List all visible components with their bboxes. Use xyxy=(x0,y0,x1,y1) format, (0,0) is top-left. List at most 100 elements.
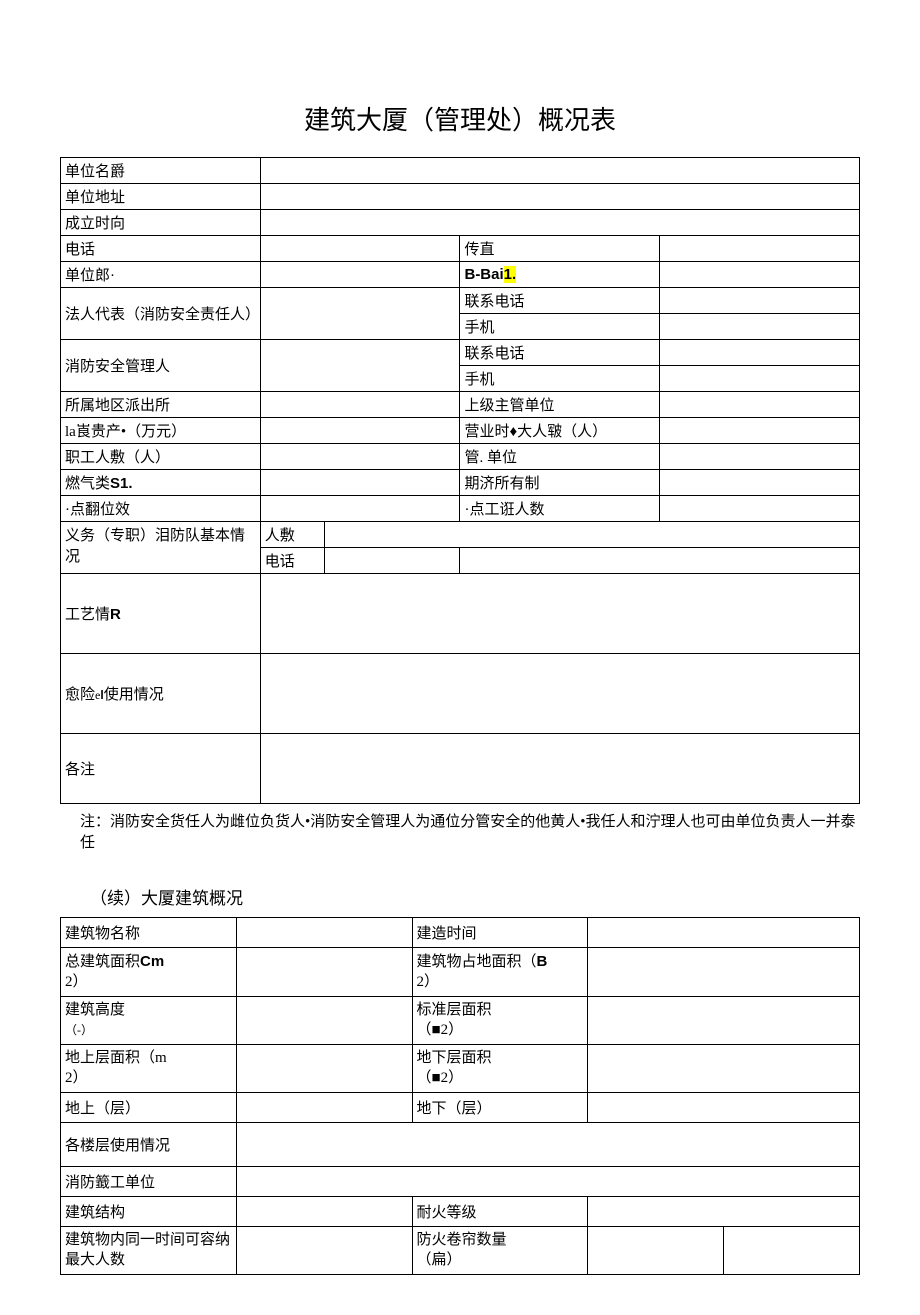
label-establish-time: 成立时向 xyxy=(61,210,261,236)
table-row: 建筑结构 耐火等级 xyxy=(61,1197,860,1227)
label-building-height: 建筑高度（-） xyxy=(61,997,237,1045)
value-cell xyxy=(260,340,460,392)
value-cell xyxy=(236,997,412,1045)
table-row: 成立时向 xyxy=(61,210,860,236)
label-above-area: 地上层面积（m2） xyxy=(61,1045,237,1093)
value-cell xyxy=(660,444,860,470)
value-cell xyxy=(660,470,860,496)
label-fire-shutter: 防火卷帘数量（扁） xyxy=(412,1227,588,1275)
value-cell xyxy=(236,1197,412,1227)
note-text: 注：消防安全货任人为雌位负货人•消防安全管理人为通位分管安全的他黄人•我任人和泞… xyxy=(60,812,860,854)
label-assets: la崀贵产•（万元） xyxy=(61,418,261,444)
value-cell xyxy=(260,496,460,522)
table-row: 单位地址 xyxy=(61,184,860,210)
label-contact-phone: 联系电话 xyxy=(460,340,660,366)
value-cell xyxy=(588,1227,724,1275)
label-unit-address: 单位地址 xyxy=(61,184,261,210)
value-cell xyxy=(260,418,460,444)
table-row: 地上（层） 地下（层） xyxy=(61,1093,860,1123)
label-fire-rating: 耐火等级 xyxy=(412,1197,588,1227)
table-row: 总建筑面积Cm2） 建筑物占地面积（B2） xyxy=(61,948,860,997)
label-unit-name: 单位名爵 xyxy=(61,158,261,184)
table-row: 义务（专职）泪防队基本情况 人敷 xyxy=(61,522,860,548)
table-row: 消防籖工单位 xyxy=(61,1167,860,1197)
value-cell xyxy=(236,1167,859,1197)
label-business-hours: 营业时♦大人皲（人） xyxy=(460,418,660,444)
label-build-time: 建造时间 xyxy=(412,918,588,948)
label-employee-count: 职工人敷（人） xyxy=(61,444,261,470)
value-cell xyxy=(588,918,860,948)
label-ownership: 期济所有制 xyxy=(460,470,660,496)
value-cell xyxy=(724,1227,860,1275)
label-fire-construction: 消防籖工单位 xyxy=(61,1167,237,1197)
value-cell xyxy=(260,262,460,288)
table-row: 愈险el使用情况 xyxy=(61,654,860,734)
label-email: B-Bai1. xyxy=(460,262,660,288)
table-row: 所属地区派出所 上级主管单位 xyxy=(61,392,860,418)
value-cell xyxy=(260,392,460,418)
table-row: 单位郎· B-Bai1. xyxy=(61,262,860,288)
value-cell xyxy=(236,918,412,948)
table-row: 电话 传直 xyxy=(61,236,860,262)
label-mobile: 手机 xyxy=(460,314,660,340)
value-cell xyxy=(588,1045,860,1093)
value-cell xyxy=(260,574,859,654)
label-floor-usage: 各楼层使用情况 xyxy=(61,1123,237,1167)
value-cell xyxy=(260,184,859,210)
value-cell xyxy=(588,1197,860,1227)
label-fax: 传直 xyxy=(460,236,660,262)
value-cell xyxy=(660,392,860,418)
table-row: 地上层面积（m2） 地下层面积（■2） xyxy=(61,1045,860,1093)
value-cell xyxy=(324,548,460,574)
table-row: 消防安全管理人 联系电话 xyxy=(61,340,860,366)
label-key-positions: ·点翻位效 xyxy=(61,496,261,522)
value-cell xyxy=(588,948,860,997)
table-row: 职工人敷（人） 管. 单位 xyxy=(61,444,860,470)
label-hazard-use: 愈险el使用情况 xyxy=(61,654,261,734)
label-count: 人敷 xyxy=(260,522,324,548)
label-fire-safety-mgr: 消防安全管理人 xyxy=(61,340,261,392)
value-cell xyxy=(660,314,860,340)
page-title: 建筑大厦（管理处）概况表 xyxy=(60,100,860,137)
value-cell xyxy=(236,1227,412,1275)
label-legal-rep: 法人代表（消防安全责任人） xyxy=(61,288,261,340)
label-total-area: 总建筑面积Cm2） xyxy=(61,948,237,997)
value-cell xyxy=(260,236,460,262)
value-cell xyxy=(260,444,460,470)
value-cell xyxy=(260,210,859,236)
value-cell xyxy=(588,1093,860,1123)
table-row: 燃气类S1. 期济所有制 xyxy=(61,470,860,496)
label-mgmt-unit: 管. 单位 xyxy=(460,444,660,470)
label-unit-dept: 单位郎· xyxy=(61,262,261,288)
value-cell xyxy=(660,340,860,366)
table-row: 各注 xyxy=(61,734,860,804)
value-cell xyxy=(236,1123,859,1167)
label-mobile: 手机 xyxy=(460,366,660,392)
value-cell xyxy=(236,1093,412,1123)
table-row: 建筑物名称 建造时间 xyxy=(61,918,860,948)
table-row: 各楼层使用情况 xyxy=(61,1123,860,1167)
overview-table-2: 建筑物名称 建造时间 总建筑面积Cm2） 建筑物占地面积（B2） 建筑高度（-）… xyxy=(60,917,860,1275)
overview-table-1: 单位名爵 单位地址 成立时向 电话 传直 单位郎· B-Bai1. 法人代表（消… xyxy=(60,157,860,804)
label-structure: 建筑结构 xyxy=(61,1197,237,1227)
label-floors-above: 地上（层） xyxy=(61,1093,237,1123)
label-police-station: 所属地区派出所 xyxy=(61,392,261,418)
value-cell xyxy=(324,522,859,548)
value-cell xyxy=(236,1045,412,1093)
value-cell xyxy=(660,418,860,444)
table-row: la崀贵产•（万元） 营业时♦大人皲（人） xyxy=(61,418,860,444)
label-phone: 电话 xyxy=(61,236,261,262)
table-row: 法人代表（消防安全责任人） 联系电话 xyxy=(61,288,860,314)
value-cell xyxy=(460,548,860,574)
value-cell xyxy=(660,262,860,288)
table-row: 工艺情R xyxy=(61,574,860,654)
label-phone: 电话 xyxy=(260,548,324,574)
value-cell xyxy=(260,158,859,184)
label-superior-unit: 上级主管单位 xyxy=(460,392,660,418)
value-cell xyxy=(588,997,860,1045)
table-row: 建筑物内同一时间可容纳最大人数 防火卷帘数量（扁） xyxy=(61,1227,860,1275)
label-key-workers: ·点工诳人数 xyxy=(460,496,660,522)
label-std-floor-area: 标准层面积（■2） xyxy=(412,997,588,1045)
value-cell xyxy=(260,654,859,734)
label-max-capacity: 建筑物内同一时间可容纳最大人数 xyxy=(61,1227,237,1275)
